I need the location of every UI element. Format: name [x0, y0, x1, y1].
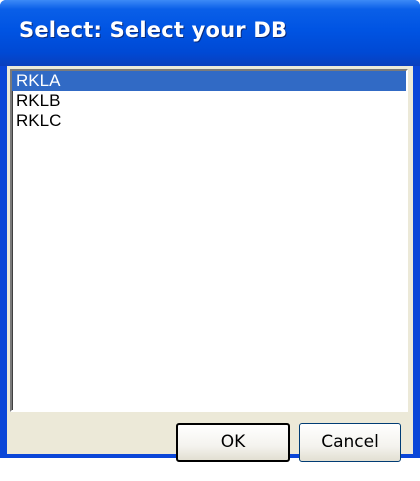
select-db-dialog: Select: Select your DB RKLA RKLB RKLC OK…: [0, 0, 420, 462]
cancel-button[interactable]: Cancel: [299, 423, 401, 462]
database-listbox[interactable]: RKLA RKLB RKLC: [10, 69, 408, 412]
ok-button[interactable]: OK: [176, 423, 290, 462]
list-item-rkla[interactable]: RKLA: [12, 71, 406, 91]
title-bar[interactable]: Select: Select your DB: [0, 0, 420, 66]
dialog-title: Select: Select your DB: [19, 18, 288, 42]
dialog-body: RKLA RKLB RKLC OK Cancel: [7, 66, 413, 462]
list-item-rklb[interactable]: RKLB: [12, 91, 406, 111]
list-item-rklc[interactable]: RKLC: [12, 111, 406, 131]
